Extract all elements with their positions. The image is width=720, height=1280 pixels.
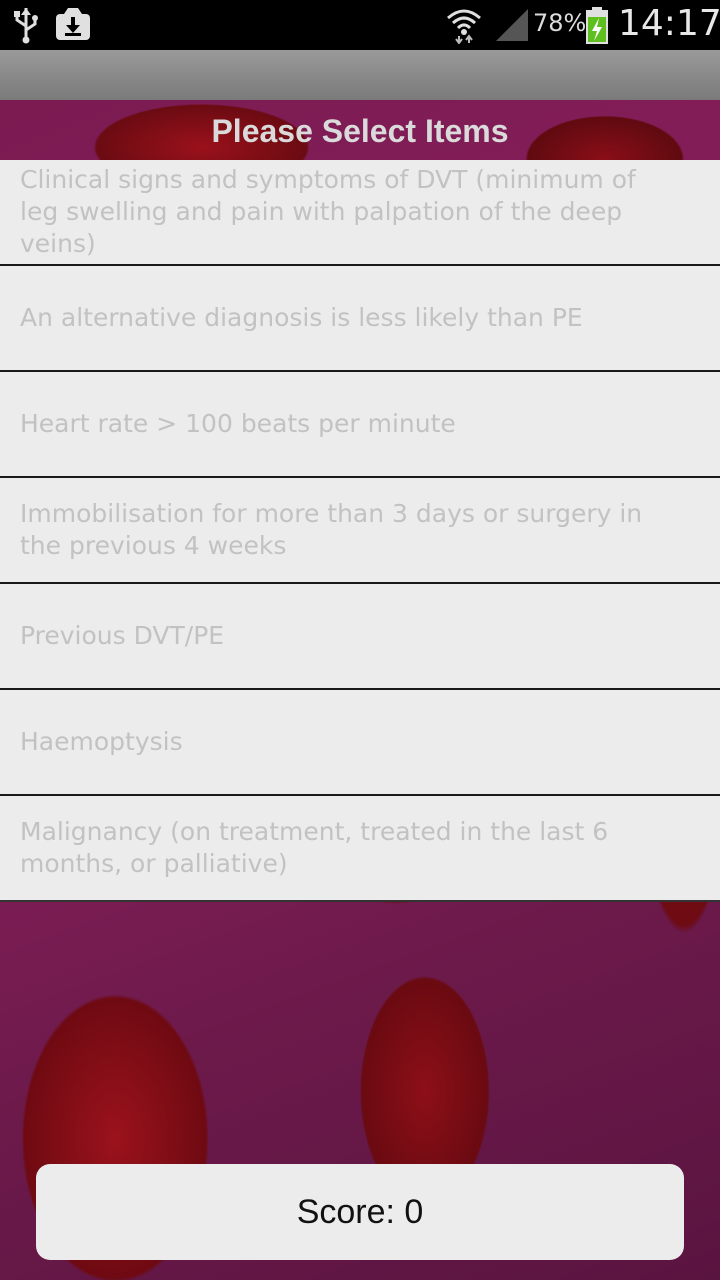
list-item-label: Haemoptysis — [20, 727, 183, 756]
list-item[interactable]: Previous DVT/PE — [0, 584, 720, 690]
list-item-label: Previous DVT/PE — [20, 621, 225, 650]
list-item-label: Heart rate > 100 beats per minute — [20, 409, 456, 438]
page-title: Please Select Items — [211, 113, 509, 149]
battery-charging-icon — [585, 7, 609, 49]
list-item-label: An alternative diagnosis is less likely … — [20, 303, 583, 332]
wifi-icon — [446, 6, 482, 48]
list-item[interactable]: An alternative diagnosis is less likely … — [0, 266, 720, 372]
score-button[interactable]: Score: 0 — [36, 1164, 684, 1260]
status-clock: 14:17 — [618, 3, 720, 44]
criteria-list: Clinical signs and symptoms of DVT (mini… — [0, 160, 720, 902]
list-item-label: Malignancy (on treatment, treated in the… — [20, 817, 609, 878]
list-item[interactable]: Immobilisation for more than 3 days or s… — [0, 478, 720, 584]
status-bar: 78% 14:17 — [0, 0, 720, 50]
action-bar — [0, 50, 720, 100]
list-item[interactable]: Haemoptysis — [0, 690, 720, 796]
list-item[interactable]: Malignancy (on treatment, treated in the… — [0, 796, 720, 902]
download-icon — [54, 6, 92, 46]
list-item-label: Clinical signs and symptoms of DVT (mini… — [20, 165, 636, 258]
signal-icon — [494, 8, 530, 46]
battery-percent: 78% — [533, 9, 587, 37]
list-item[interactable]: Heart rate > 100 beats per minute — [0, 372, 720, 478]
list-item-label: Immobilisation for more than 3 days or s… — [20, 499, 643, 560]
list-item[interactable]: Clinical signs and symptoms of DVT (mini… — [0, 160, 720, 266]
usb-icon — [12, 6, 40, 48]
